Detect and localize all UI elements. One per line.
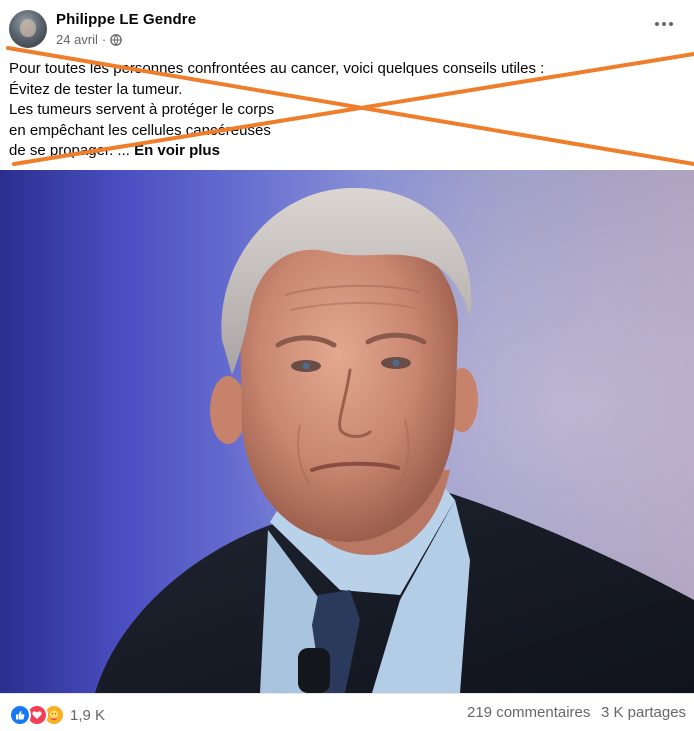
- post-text-line: Les tumeurs servent à protéger le corps: [9, 101, 275, 118]
- shares-count[interactable]: 3 K partages: [601, 704, 686, 721]
- globe-icon[interactable]: [110, 33, 123, 46]
- post-text-line-last: de se propager. ... En voir plus: [9, 141, 669, 162]
- post-text: Pour toutes les personnes confrontées au…: [9, 59, 669, 162]
- author-avatar[interactable]: [9, 10, 47, 48]
- author-name[interactable]: Philippe LE Gendre: [56, 11, 196, 28]
- post-text-line: de se propager. ...: [9, 142, 130, 159]
- comments-count[interactable]: 219 commentaires: [467, 704, 590, 721]
- post-header: Philippe LE Gendre 24 avril ·: [0, 0, 694, 56]
- like-icon: [9, 704, 31, 726]
- post-photo[interactable]: [0, 170, 694, 693]
- see-more-link[interactable]: En voir plus: [134, 142, 220, 159]
- post-text-line: en empêchant les cellules cancéreuses: [9, 121, 271, 139]
- portrait-image: [0, 170, 694, 693]
- date-separator: ·: [101, 32, 107, 47]
- post-text-line: Évitez de tester la tumeur.: [9, 80, 183, 98]
- engagement-bar: 1,9 K 219 commentaires 3 K partages: [0, 693, 694, 731]
- post-date[interactable]: 24 avril: [56, 32, 98, 47]
- reaction-count: 1,9 K: [70, 706, 106, 724]
- more-options-icon[interactable]: [652, 14, 676, 34]
- reactions-summary[interactable]: 1,9 K: [9, 704, 105, 726]
- post-meta: 24 avril ·: [56, 32, 123, 47]
- post-text-line: Pour toutes les personnes confrontées au…: [9, 60, 545, 77]
